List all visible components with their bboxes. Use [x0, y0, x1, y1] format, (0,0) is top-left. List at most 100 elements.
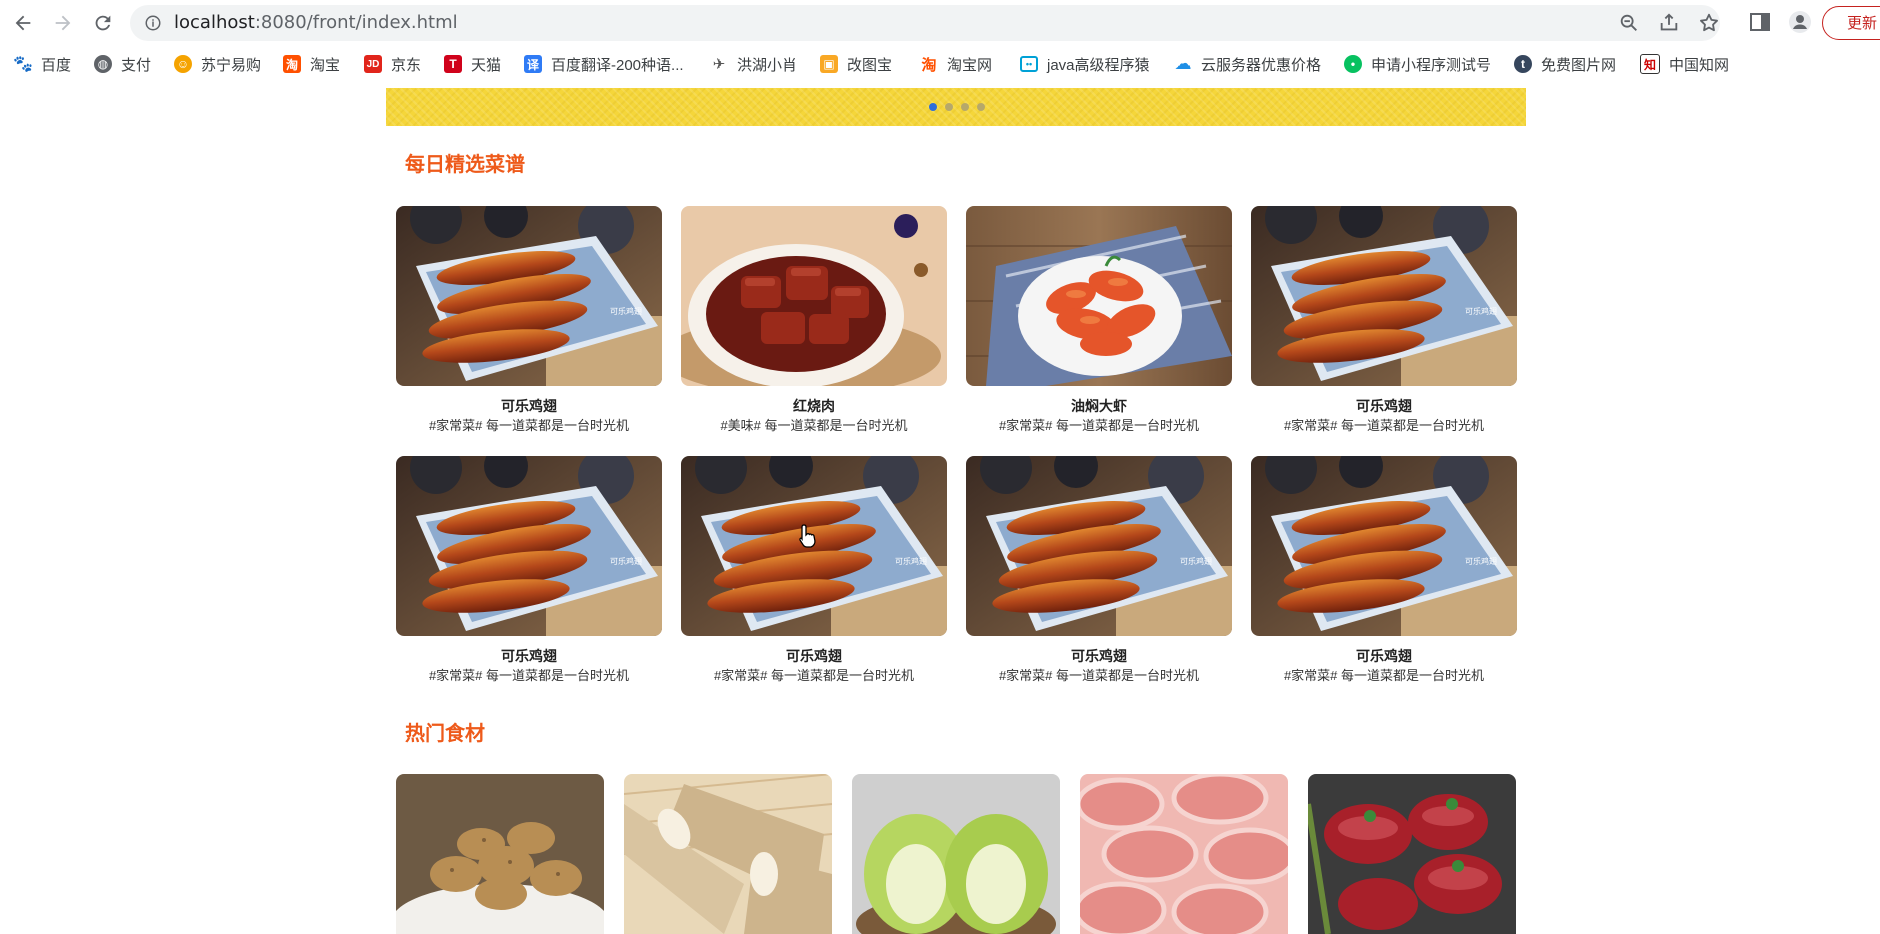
recipe-card[interactable]: 可乐鸡翅 可乐鸡翅 #家常菜# 每一道菜都是一台时光机 — [396, 456, 662, 684]
recipe-image-cola-wings[interactable]: 可乐鸡翅 — [396, 456, 662, 636]
bookmark-label: 百度翻译-200种语... — [551, 56, 684, 74]
recipe-name[interactable]: 可乐鸡翅 — [966, 648, 1232, 664]
bilibili-icon: •• — [1020, 56, 1038, 72]
recipe-image-braised-pork[interactable] — [681, 206, 947, 386]
taobao-icon: 淘 — [921, 56, 937, 74]
zoom-icon[interactable] — [1618, 12, 1640, 34]
globe-icon: ◍ — [94, 55, 112, 73]
recipe-name[interactable]: 可乐鸡翅 — [1251, 648, 1517, 664]
recipe-card[interactable]: 可乐鸡翅 可乐鸡翅 #家常菜# 每一道菜都是一台时光机 — [1251, 206, 1517, 434]
ingredient-card-lamb-rolls[interactable] — [1080, 774, 1288, 934]
recipe-card[interactable]: 可乐鸡翅 可乐鸡翅 #家常菜# 每一道菜都是一台时光机 — [681, 456, 947, 684]
baidu-translate-icon: 译 — [524, 55, 542, 73]
suning-lion-icon: ☺ — [174, 55, 192, 73]
recipe-name[interactable]: 油焖大虾 — [966, 398, 1232, 414]
recipe-card[interactable]: 红烧肉 #美味# 每一道菜都是一台时光机 — [681, 206, 947, 434]
bookmark-label: 淘宝网 — [947, 56, 993, 74]
bookmark-pay[interactable]: ◍ 支付 — [94, 46, 151, 82]
svg-text:可乐鸡翅: 可乐鸡翅 — [1465, 306, 1497, 316]
ingredient-card-napa-cabbage[interactable] — [852, 774, 1060, 934]
carousel-indicators — [929, 103, 985, 111]
recipe-image-cola-wings[interactable]: 可乐鸡翅 — [1251, 456, 1517, 636]
bookmark-java[interactable]: •• java高级程序猿 — [1020, 46, 1150, 82]
bookmark-label: 改图宝 — [847, 56, 893, 74]
recipe-desc: #美味# 每一道菜都是一台时光机 — [720, 418, 908, 433]
carousel-dot[interactable] — [977, 103, 985, 111]
recipe-desc: #家常菜# 每一道菜都是一台时光机 — [998, 418, 1200, 433]
ingredient-card-chinese-yam[interactable] — [624, 774, 832, 934]
svg-text:可乐鸡翅: 可乐鸡翅 — [1180, 556, 1212, 566]
bookmark-label: 免费图片网 — [1541, 56, 1617, 74]
reload-icon — [95, 15, 111, 31]
address-bar[interactable]: localhost:8080/front/index.html — [130, 5, 1720, 41]
bookmark-miniprogram[interactable]: • 申请小程序测试号 — [1344, 46, 1491, 82]
reload-button[interactable] — [88, 8, 118, 38]
bookmark-label: java高级程序猿 — [1047, 56, 1150, 74]
url-path: :8080/front/index.html — [254, 12, 458, 33]
bookmark-star-icon[interactable] — [1698, 12, 1720, 34]
recipe-desc: #家常菜# 每一道菜都是一台时光机 — [1283, 418, 1485, 433]
bookmark-label: 洪湖小肖 — [737, 56, 798, 74]
recipe-name[interactable]: 可乐鸡翅 — [396, 648, 662, 664]
hot-ingredients-title: 热门食材 — [405, 723, 485, 745]
bookmark-label: 京东 — [391, 56, 422, 74]
bookmark-tmall[interactable]: T 天猫 — [444, 46, 501, 82]
daily-recipes-title: 每日精选菜谱 — [405, 154, 525, 176]
bookmark-label: 中国知网 — [1669, 56, 1730, 74]
bookmark-baidu[interactable]: 🐾 百度 — [13, 46, 72, 82]
bookmark-cloud[interactable]: ☁ 云服务器优惠价格 — [1174, 46, 1322, 82]
bookmark-taobao[interactable]: 淘淘宝 — [283, 46, 340, 82]
side-panel-icon[interactable] — [1748, 10, 1772, 34]
recipe-card[interactable]: 油焖大虾 #家常菜# 每一道菜都是一台时光机 — [966, 206, 1232, 434]
bookmark-label: 支付 — [121, 56, 152, 74]
recipe-image-cola-wings[interactable]: 可乐鸡翅 — [396, 206, 662, 386]
url-text[interactable]: localhost:8080/front/index.html — [174, 5, 458, 41]
carousel-dot[interactable] — [961, 103, 969, 111]
svg-text:可乐鸡翅: 可乐鸡翅 — [610, 306, 642, 316]
bookmark-baidu-translate[interactable]: 译百度翻译-200种语... — [524, 46, 684, 82]
recipe-desc: #家常菜# 每一道菜都是一台时光机 — [428, 668, 630, 683]
back-arrow-icon — [15, 15, 31, 31]
bookmark-taobao-net[interactable]: 淘淘宝网 — [920, 46, 992, 82]
recipe-card[interactable]: 可乐鸡翅 可乐鸡翅 #家常菜# 每一道菜都是一台时光机 — [966, 456, 1232, 684]
recipe-name[interactable]: 红烧肉 — [681, 398, 947, 414]
recipe-image-braised-prawns[interactable] — [966, 206, 1232, 386]
bookmark-cnki[interactable]: 知中国知网 — [1640, 46, 1729, 82]
bookmark-label: 苏宁易购 — [201, 56, 262, 74]
share-icon[interactable] — [1658, 12, 1680, 34]
recipe-card[interactable]: 可乐鸡翅 可乐鸡翅 #家常菜# 每一道菜都是一台时光机 — [1251, 456, 1517, 684]
ingredient-card-potatoes[interactable] — [396, 774, 604, 934]
bookmarks-bar: 🐾 百度 ◍ 支付 ☺ 苏宁易购 淘淘宝 JD 京东 T 天猫 译百度翻译-200种语..… — [0, 46, 1880, 82]
bookmark-jd[interactable]: JD 京东 — [364, 46, 421, 82]
cloud-icon: ☁ — [1174, 54, 1192, 73]
recipe-desc: #家常菜# 每一道菜都是一台时光机 — [998, 668, 1200, 683]
browser-toolbar: localhost:8080/front/index.html 更新 — [0, 0, 1880, 46]
bookmark-honghu[interactable]: ✈ 洪湖小肖 — [710, 46, 797, 82]
site-info-icon[interactable] — [144, 14, 162, 32]
baidu-paw-icon: 🐾 — [13, 56, 33, 73]
svg-text:可乐鸡翅: 可乐鸡翅 — [895, 556, 927, 566]
forward-arrow-icon — [55, 15, 71, 31]
carousel-dot[interactable] — [945, 103, 953, 111]
update-button[interactable]: 更新 — [1822, 6, 1880, 40]
bookmark-suning[interactable]: ☺ 苏宁易购 — [174, 46, 261, 82]
svg-text:可乐鸡翅: 可乐鸡翅 — [1465, 556, 1497, 566]
ingredient-card-beef[interactable] — [1308, 774, 1516, 934]
carousel-dot[interactable] — [929, 103, 937, 111]
gaitubao-icon: ▣ — [820, 55, 838, 73]
recipe-desc: #家常菜# 每一道菜都是一台时光机 — [713, 668, 915, 683]
bookmark-gaitubao[interactable]: ▣ 改图宝 — [820, 46, 892, 82]
recipe-name[interactable]: 可乐鸡翅 — [1251, 398, 1517, 414]
bookmark-label: 百度 — [41, 56, 72, 74]
recipe-card[interactable]: 可乐鸡翅 可乐鸡翅 #家常菜# 每一道菜都是一台时光机 — [396, 206, 662, 434]
recipe-image-cola-wings[interactable]: 可乐鸡翅 — [966, 456, 1232, 636]
profile-avatar-icon[interactable] — [1788, 10, 1812, 34]
recipe-image-cola-wings[interactable]: 可乐鸡翅 — [1251, 206, 1517, 386]
url-host: localhost — [174, 12, 255, 33]
bookmark-free-images[interactable]: t 免费图片网 — [1514, 46, 1616, 82]
recipe-name[interactable]: 可乐鸡翅 — [681, 648, 947, 664]
forward-button[interactable] — [48, 8, 78, 38]
hand-pointer-icon — [799, 524, 816, 548]
recipe-name[interactable]: 可乐鸡翅 — [396, 398, 662, 414]
back-button[interactable] — [8, 8, 38, 38]
